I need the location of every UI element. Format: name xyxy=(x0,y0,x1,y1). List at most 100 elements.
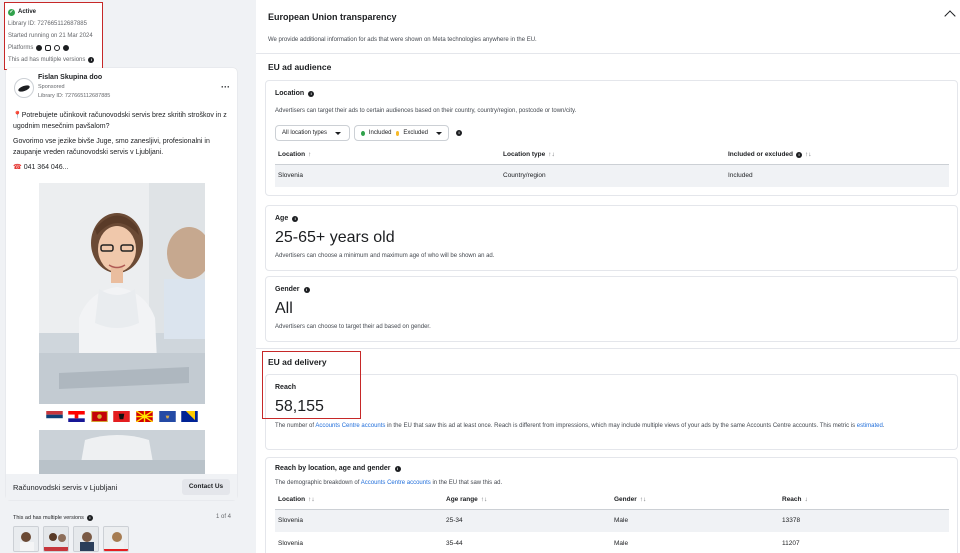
avatar[interactable] xyxy=(14,78,34,98)
more-options-icon[interactable]: ··· xyxy=(221,83,230,92)
cell-location-type: Country/region xyxy=(500,164,725,187)
page-name[interactable]: Fislan Skupina doo xyxy=(38,74,102,81)
flags-row xyxy=(39,404,205,428)
sort-icon: ↑↓ xyxy=(480,496,488,504)
cell-reach: 11207 xyxy=(782,540,800,547)
bosnia-flag-icon xyxy=(181,410,198,422)
age-title-text: Age xyxy=(275,215,289,222)
breakdown-desc: The demographic breakdown of Accounts Ce… xyxy=(275,480,502,486)
status-text: Active xyxy=(18,9,37,15)
ad-body-line2: Govorimo vse jezike bivše Juge, smo zane… xyxy=(13,138,210,156)
breakdown-title: Reach by location, age and gender i xyxy=(275,465,401,472)
sort-down-icon: ↓ xyxy=(804,496,808,504)
ad-headline: Računovodski servis v Ljubljani xyxy=(13,483,118,492)
version-thumbnail[interactable] xyxy=(43,526,69,552)
excluded-label: Excluded xyxy=(403,130,428,136)
messenger-icon xyxy=(63,45,70,51)
info-icon[interactable]: i xyxy=(303,286,310,293)
estimated-link[interactable]: estimated xyxy=(857,423,883,429)
info-icon[interactable]: i xyxy=(456,130,462,136)
gender-title: Gender i xyxy=(275,286,310,293)
breakdown-title-text: Reach by location, age and gender xyxy=(275,465,391,472)
phone-icon: ☎ xyxy=(13,164,22,171)
cell-included: Included xyxy=(725,164,949,187)
included-dot-icon xyxy=(361,130,365,136)
platforms-row: Platforms xyxy=(8,42,99,54)
gender-value: All xyxy=(275,300,293,317)
location-type-filter[interactable]: All location types xyxy=(275,125,350,141)
col-header-location[interactable]: Location ↑↓ xyxy=(275,491,443,510)
age-title: Age i xyxy=(275,215,299,222)
reach-desc: The number of Accounts Centre accounts i… xyxy=(275,423,885,429)
check-circle-icon: ✓ xyxy=(8,9,15,16)
info-icon[interactable]: i xyxy=(292,215,299,222)
location-table: Location ↑ Location type ↑↓ Included or ex… xyxy=(275,146,949,187)
ad-image[interactable] xyxy=(39,183,205,404)
accounts-centre-link[interactable]: Accounts Centre accounts xyxy=(361,480,431,486)
divider xyxy=(256,348,960,349)
contact-us-button[interactable]: Contact Us xyxy=(182,479,230,495)
breakdown-desc-text: The demographic breakdown of xyxy=(275,480,360,486)
col-header-text: Location xyxy=(278,151,306,159)
info-icon[interactable]: i xyxy=(394,465,401,472)
info-icon[interactable]: i xyxy=(88,57,95,63)
sort-icon: ↑↓ xyxy=(308,496,315,504)
age-desc: Advertisers can choose a minimum and max… xyxy=(275,253,495,259)
croatia-flag-icon xyxy=(68,410,86,422)
table-row: Slovenia 25-34 Male 13378 xyxy=(275,509,949,532)
col-header-text: Location xyxy=(278,496,306,504)
cell-location: Slovenia xyxy=(275,509,443,532)
pin-icon: 📍 xyxy=(13,112,22,119)
reach-breakdown-table: Location ↑↓ Age range ↑↓ Gender ↑↓ Reach ↓ S… xyxy=(275,491,949,553)
version-thumbnail[interactable] xyxy=(73,526,99,552)
col-header-reach[interactable]: Reach ↓ xyxy=(779,491,949,510)
ad-footer: Računovodski servis v Ljubljani Contact … xyxy=(6,474,237,500)
location-card: Location i Advertisers can target their a… xyxy=(265,80,958,196)
col-header-text: Age range xyxy=(446,496,478,504)
albania-flag-icon xyxy=(113,410,131,422)
highlight-box xyxy=(262,351,361,419)
cell-gender: Male xyxy=(614,540,629,547)
ad-meta-box: ✓ Active Library ID: 727665112687885 Sta… xyxy=(4,2,103,70)
divider xyxy=(256,53,960,54)
kosovo-flag-icon xyxy=(158,410,176,422)
north-macedonia-flag-icon xyxy=(136,410,154,422)
instagram-icon xyxy=(45,45,52,51)
info-icon[interactable]: i xyxy=(796,152,803,159)
location-desc: Advertisers can target their ads to cert… xyxy=(275,108,577,114)
col-header-age-range[interactable]: Age range ↑↓ xyxy=(443,491,611,510)
info-icon[interactable]: i xyxy=(86,515,93,521)
caret-down-icon xyxy=(436,131,442,135)
caret-down-icon xyxy=(335,131,342,135)
ad-header: Fislan Skupina doo Sponsored Library ID:… xyxy=(12,74,232,102)
accounts-centre-link[interactable]: Accounts Centre accounts xyxy=(315,423,385,429)
library-id: Library ID: 727665112687885 xyxy=(8,21,87,27)
info-icon[interactable]: i xyxy=(308,90,315,97)
ad-panel: ✓ Active Library ID: 727665112687885 Sta… xyxy=(0,0,243,553)
col-header-location[interactable]: Location ↑ xyxy=(275,146,500,165)
details-panel: European Union transparency We provide a… xyxy=(243,0,960,553)
versions-strip: This ad has multiple versions i 1 of 4 xyxy=(6,508,237,553)
transparency-intro: We provide additional information for ad… xyxy=(268,37,537,43)
version-thumbnail[interactable] xyxy=(13,526,39,552)
age-card: Age i 25-65+ years old Advertisers can ch… xyxy=(265,205,958,271)
cell-location: Slovenia xyxy=(275,164,500,187)
age-value: 25-65+ years old xyxy=(275,229,395,246)
version-thumbnail[interactable] xyxy=(103,526,129,552)
cell-age-range: 35-44 xyxy=(446,540,463,547)
serbia-flag-icon xyxy=(46,410,63,422)
col-header-location-type[interactable]: Location type ↑↓ xyxy=(500,146,725,165)
sort-up-icon: ↑ xyxy=(308,151,312,159)
filter-label: All location types xyxy=(282,130,328,136)
included-label: Included xyxy=(368,130,392,136)
chevron-up-icon[interactable] xyxy=(944,10,956,22)
reach-card: Reach 58,155 The number of Accounts Cent… xyxy=(265,374,958,450)
col-header-included[interactable]: Included or excluded i ↑↓ xyxy=(725,146,949,165)
reach-desc-text: The number of xyxy=(275,423,315,429)
versions-label: This ad has multiple versions i xyxy=(13,515,93,521)
col-header-gender[interactable]: Gender ↑↓ xyxy=(611,491,779,510)
cell-reach: 13378 xyxy=(779,509,949,532)
col-header-text: Gender xyxy=(614,496,637,504)
gender-desc: Advertisers can choose to target their a… xyxy=(275,324,431,330)
included-excluded-filter[interactable]: Included Excluded xyxy=(354,125,449,141)
